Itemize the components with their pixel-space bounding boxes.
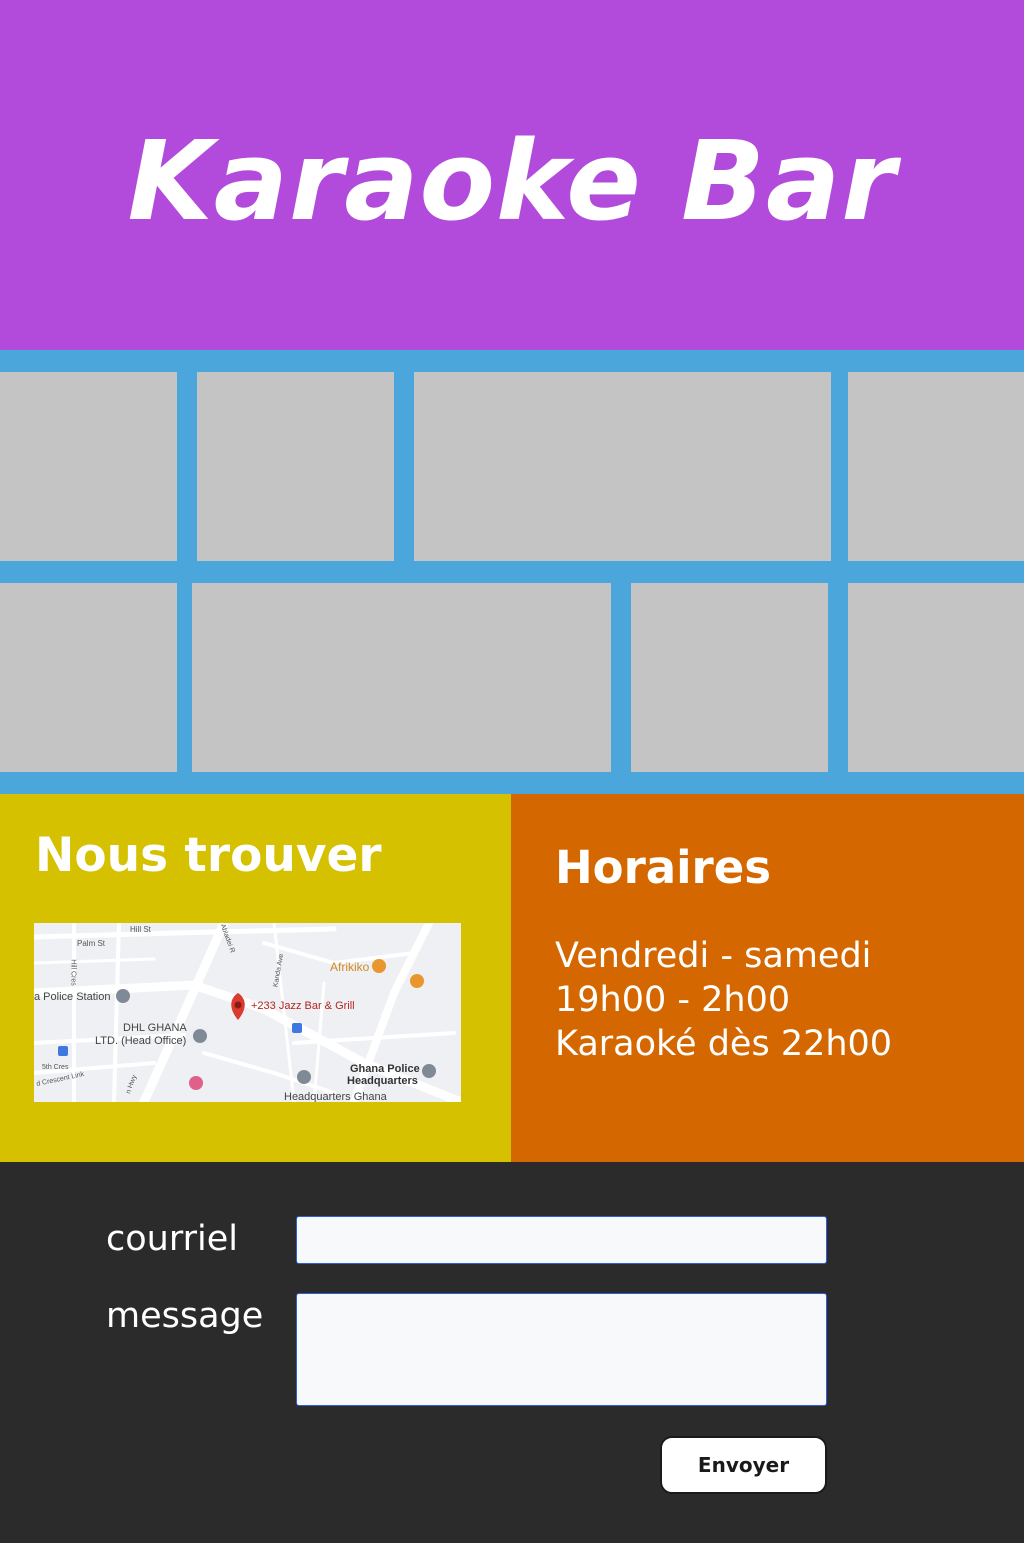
gallery-photo-6[interactable]	[192, 583, 611, 772]
map-label-palm-st: Palm St	[77, 939, 106, 948]
site-header: Karaoke Bar	[0, 0, 1024, 350]
gallery-photo-3[interactable]	[414, 372, 831, 561]
map-label-hq-ghana: Headquarters Ghana	[284, 1091, 387, 1102]
gallery-photo-8[interactable]	[848, 583, 1024, 772]
hours-title: Horaires	[555, 841, 772, 894]
map-label-dhl-2: LTD. (Head Office)	[95, 1035, 187, 1047]
hours-karaoke: Karaoké dès 22h00	[555, 1024, 893, 1064]
find-us-title: Nous trouver	[35, 828, 382, 883]
email-label: courriel	[106, 1219, 238, 1259]
message-field[interactable]	[296, 1293, 827, 1406]
gallery-photo-4[interactable]	[848, 372, 1024, 561]
map-label-hill-cres: Hill Cres	[69, 959, 77, 986]
message-label: message	[106, 1296, 264, 1336]
map-label-afrikiko: Afrikiko	[330, 960, 370, 974]
map-label-fifth-cres: 5th Cres	[42, 1064, 69, 1071]
site-title: Karaoke Bar	[127, 117, 897, 245]
gallery-photo-2[interactable]	[197, 372, 394, 561]
map-label-hill-st: Hill St	[130, 925, 151, 934]
map-label-dhl-1: DHL GHANA	[123, 1022, 187, 1034]
hours-time: 19h00 - 2h00	[555, 980, 791, 1020]
photo-gallery	[0, 350, 1024, 794]
map-label-police-station: a Police Station	[34, 991, 111, 1003]
gallery-photo-7[interactable]	[631, 583, 828, 772]
map-label-ghana-police-1: Ghana Police	[350, 1063, 420, 1075]
gallery-photo-1[interactable]	[0, 372, 177, 561]
gallery-photo-5[interactable]	[0, 583, 177, 772]
send-button[interactable]: Envoyer	[660, 1436, 827, 1494]
map-label-jazz-bar: +233 Jazz Bar & Grill	[251, 1000, 355, 1012]
location-map[interactable]: Hill St Palm St Hill Cres Abladei R Kand…	[34, 923, 461, 1102]
map-label-ghana-police-2: Headquarters	[347, 1075, 418, 1087]
hours-days: Vendredi - samedi	[555, 936, 872, 976]
email-field[interactable]	[296, 1216, 827, 1264]
